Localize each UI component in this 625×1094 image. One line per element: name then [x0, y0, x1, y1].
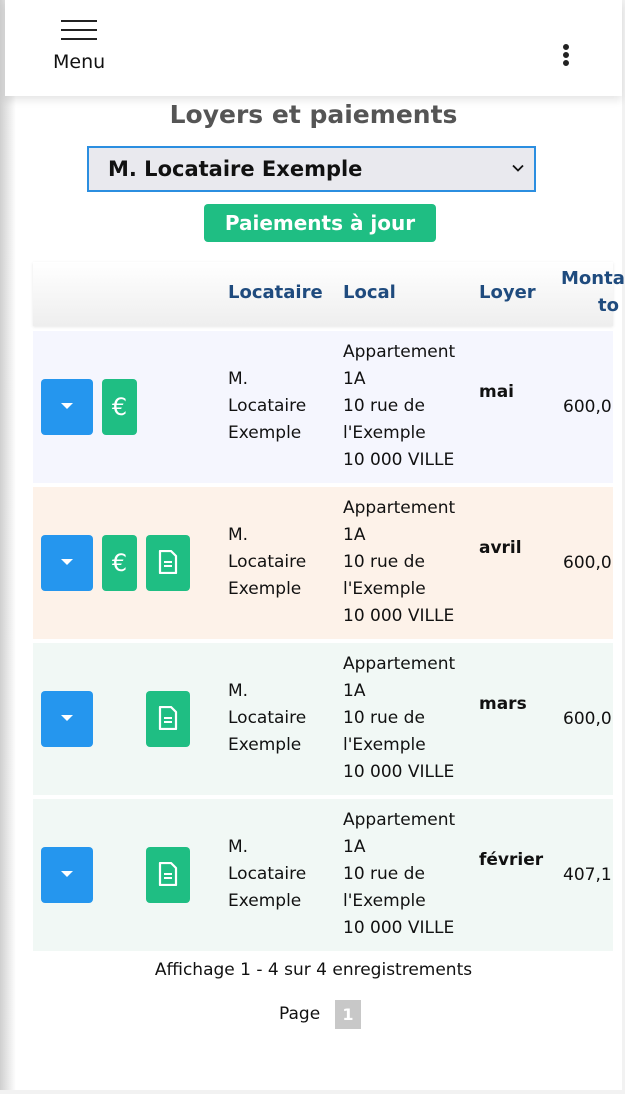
amount-cell: 407,1	[563, 865, 612, 885]
header-amount[interactable]: Monta	[561, 268, 625, 289]
caret-down-icon	[61, 871, 73, 877]
tenant-cell: M. Locataire Exemple	[228, 369, 307, 443]
euro-icon: €	[111, 393, 128, 421]
left-panel-shadow	[0, 0, 16, 1090]
expand-row-button[interactable]	[41, 847, 93, 903]
header-amount-cont: to	[598, 295, 619, 316]
tenant-cell: M. Locataire Exemple	[228, 525, 307, 599]
caret-down-icon	[61, 559, 73, 565]
tenant-cell: M. Locataire Exemple	[228, 837, 307, 911]
expand-row-button[interactable]	[41, 379, 93, 435]
top-bar: Menu	[5, 0, 622, 96]
menu-label: Menu	[53, 51, 106, 73]
pay-euro-button[interactable]: €	[102, 379, 137, 435]
receipt-document-button[interactable]	[146, 535, 190, 591]
rent-month: avril	[479, 538, 522, 558]
tenant-select[interactable]: M. Locataire Exemple	[87, 146, 536, 192]
tenant-cell: M. Locataire Exemple	[228, 681, 307, 755]
frame-edge-bottom	[0, 1090, 625, 1094]
rent-month: mars	[479, 694, 527, 714]
header-rent[interactable]: Loyer	[479, 282, 536, 303]
local-cell: Appartement 1A 10 rue de l'Exemple 10 000 VI…	[343, 498, 456, 626]
page-title: Loyers et paiements	[169, 100, 458, 129]
receipt-document-button[interactable]	[146, 847, 190, 903]
tenant-select-value: M. Locataire Exemple	[108, 157, 363, 181]
table-row: € M. Locataire Exemple Appartement 1A 10 rue…	[33, 487, 613, 639]
caret-down-icon	[61, 715, 73, 721]
pagination-page-1[interactable]: 1	[335, 1000, 361, 1029]
local-cell: Appartement 1A 10 rue de l'Exemple 10 000 VI…	[343, 342, 456, 470]
expand-row-button[interactable]	[41, 691, 93, 747]
expand-row-button[interactable]	[41, 535, 93, 591]
pay-euro-button[interactable]: €	[102, 535, 137, 591]
caret-down-icon	[61, 403, 73, 409]
menu-button[interactable]: Menu	[45, 18, 125, 78]
euro-icon: €	[111, 549, 128, 577]
header-tenant[interactable]: Locataire	[228, 282, 323, 303]
table-header: Locataire Local Loyer Monta to	[33, 262, 625, 326]
amount-cell: 600,0	[563, 709, 612, 729]
amount-cell: 600,0	[563, 397, 612, 417]
document-icon	[158, 550, 178, 574]
paid-status-button[interactable]: Paiements à jour	[204, 204, 436, 242]
header-local[interactable]: Local	[343, 282, 396, 303]
chevron-down-icon	[512, 164, 524, 172]
local-cell: Appartement 1A 10 rue de l'Exemple 10 000 VI…	[343, 654, 456, 782]
hamburger-icon	[61, 18, 99, 42]
kebab-menu-icon[interactable]	[556, 44, 578, 70]
receipt-document-button[interactable]	[146, 691, 190, 747]
table-row: M. Locataire Exemple Appartement 1A 10 rue d…	[33, 799, 613, 951]
table-row: € M. Locataire Exemple Appartement 1A 10 rue…	[33, 331, 613, 483]
rent-month: mai	[479, 382, 515, 402]
page-label: Page	[279, 1004, 321, 1024]
rent-month: février	[479, 850, 544, 870]
record-count: Affichage 1 - 4 sur 4 enregistrements	[154, 960, 473, 980]
document-icon	[158, 706, 178, 730]
amount-cell: 600,0	[563, 553, 612, 573]
document-icon	[158, 862, 178, 886]
local-cell: Appartement 1A 10 rue de l'Exemple 10 000 VI…	[343, 810, 456, 938]
table-row: M. Locataire Exemple Appartement 1A 10 rue d…	[33, 643, 613, 795]
